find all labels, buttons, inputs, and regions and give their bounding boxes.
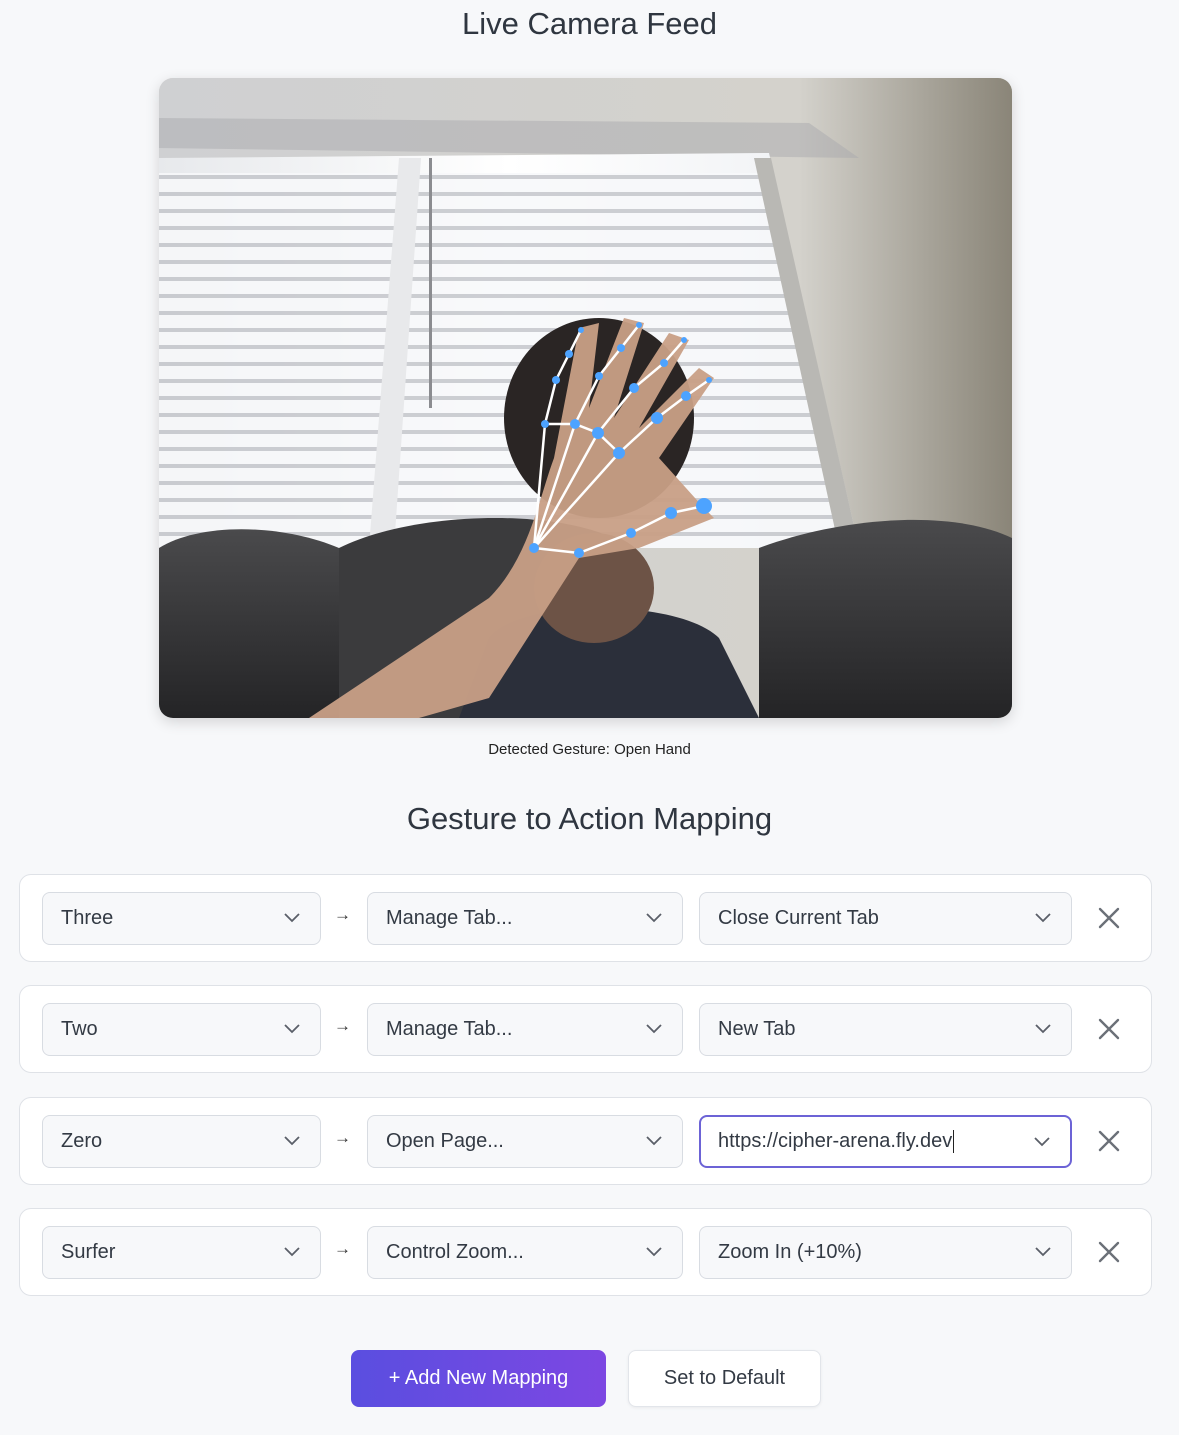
gesture-select-value: Two	[61, 1018, 98, 1040]
detected-gesture-label: Detected Gesture: Open Hand	[488, 741, 691, 758]
action-select-value: Close Current Tab	[718, 907, 879, 929]
chevron-down-icon	[646, 1024, 662, 1034]
category-select[interactable]: Manage Tab...	[367, 892, 683, 945]
url-input[interactable]: https://cipher-arena.fly.dev	[699, 1115, 1072, 1168]
chevron-down-icon	[1034, 1137, 1050, 1147]
gesture-select[interactable]: Zero	[42, 1115, 321, 1168]
arrow-separator: →	[334, 1239, 351, 1258]
category-select[interactable]: Open Page...	[367, 1115, 683, 1168]
category-select-value: Manage Tab...	[386, 907, 513, 929]
action-select[interactable]: New Tab	[699, 1003, 1072, 1056]
gesture-select[interactable]: Two	[42, 1003, 321, 1056]
mapping-row: Zero → Open Page... https://cipher-arena…	[19, 1097, 1152, 1185]
chevron-down-icon	[646, 1247, 662, 1257]
category-select[interactable]: Manage Tab...	[367, 1003, 683, 1056]
arrow-separator: →	[334, 1128, 351, 1147]
chevron-down-icon	[1035, 1024, 1051, 1034]
mapping-title: Gesture to Action Mapping	[406, 801, 773, 836]
close-icon[interactable]	[1096, 1239, 1122, 1265]
close-icon[interactable]	[1096, 1016, 1122, 1042]
action-select-value: Zoom In (+10%)	[718, 1241, 862, 1263]
gesture-select-value: Three	[61, 907, 114, 929]
chevron-down-icon	[646, 913, 662, 923]
chevron-down-icon	[1035, 913, 1051, 923]
arrow-separator: →	[334, 905, 351, 924]
action-select[interactable]: Zoom In (+10%)	[699, 1226, 1072, 1279]
chevron-down-icon	[284, 1136, 300, 1146]
gesture-select[interactable]: Surfer	[42, 1226, 321, 1279]
close-icon[interactable]	[1096, 905, 1122, 931]
chevron-down-icon	[1035, 1247, 1051, 1257]
close-icon[interactable]	[1096, 1128, 1122, 1154]
gesture-select[interactable]: Three	[42, 892, 321, 945]
category-select[interactable]: Control Zoom...	[367, 1226, 683, 1279]
category-select-value: Open Page...	[386, 1130, 504, 1152]
set-default-button[interactable]: Set to Default	[628, 1350, 821, 1407]
add-mapping-button[interactable]: + Add New Mapping	[351, 1350, 606, 1407]
arrow-separator: →	[334, 1016, 351, 1035]
chevron-down-icon	[284, 1247, 300, 1257]
page-title: Live Camera Feed	[461, 6, 717, 41]
action-select-value: New Tab	[718, 1018, 796, 1040]
mapping-row: Two → Manage Tab... New Tab	[19, 985, 1152, 1073]
gesture-select-value: Surfer	[61, 1241, 116, 1263]
text-caret	[953, 1130, 955, 1153]
url-input-value: https://cipher-arena.fly.dev	[718, 1130, 953, 1152]
gesture-select-value: Zero	[61, 1130, 103, 1152]
category-select-value: Manage Tab...	[386, 1018, 513, 1040]
chevron-down-icon	[284, 913, 300, 923]
chevron-down-icon	[284, 1024, 300, 1034]
mapping-row: Three → Manage Tab... Close Current Tab	[19, 874, 1152, 962]
chevron-down-icon	[646, 1136, 662, 1146]
action-select[interactable]: Close Current Tab	[699, 892, 1072, 945]
mapping-row: Surfer → Control Zoom... Zoom In (+10%)	[19, 1208, 1152, 1296]
category-select-value: Control Zoom...	[386, 1241, 524, 1263]
camera-feed	[159, 78, 1012, 718]
camera-frame	[159, 78, 1012, 718]
